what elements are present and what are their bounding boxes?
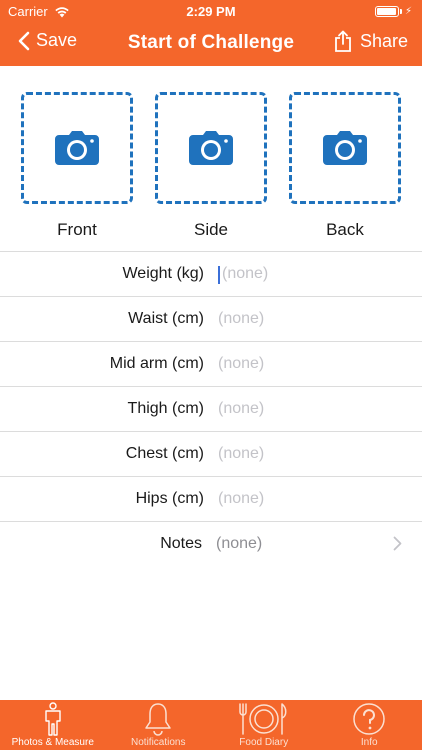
chevron-right-icon [393, 536, 402, 551]
status-time: 2:29 PM [186, 4, 236, 19]
thigh-field[interactable] [218, 397, 398, 421]
back-photo-slot[interactable]: Back [289, 92, 401, 240]
tab-photos-measure[interactable]: Photos & Measure [0, 700, 106, 750]
side-photo-slot[interactable]: Side [155, 92, 267, 240]
tab-info[interactable]: Info [317, 700, 422, 750]
side-photo-label: Side [193, 220, 229, 239]
mid-arm-field[interactable] [218, 352, 398, 376]
tab-info-label: Info [360, 737, 378, 748]
tab-notifications[interactable]: Notifications [106, 700, 212, 750]
mid-arm-row: Mid arm (cm) [0, 342, 422, 387]
camera-icon [189, 131, 233, 165]
chest-label: Chest (cm) [125, 445, 204, 462]
tab-bar: Photos & Measure Notifications Food Diar… [0, 700, 422, 750]
tab-photos-measure-label: Photos & Measure [11, 737, 94, 748]
front-photo-box[interactable] [21, 92, 133, 204]
weight-row: Weight (kg) [0, 252, 422, 297]
weight-label: Weight (kg) [122, 265, 204, 282]
battery-icon: ⚡ [374, 6, 412, 17]
notes-value: (none) [216, 535, 263, 552]
charging-icon: ⚡ [404, 6, 412, 17]
share-button[interactable]: Share [334, 30, 408, 52]
chest-row: Chest (cm) [0, 432, 422, 477]
tab-food-diary-label: Food Diary [239, 737, 289, 748]
header: Carrier 2:29 PM ⚡ Save Start of Challeng… [0, 0, 422, 66]
back-photo-box[interactable] [289, 92, 401, 204]
waist-field[interactable] [218, 307, 398, 331]
question-icon [353, 703, 385, 735]
notes-label: Notes [160, 535, 202, 552]
camera-icon [55, 131, 99, 165]
share-icon [335, 30, 351, 52]
tab-food-diary[interactable]: Food Diary [211, 700, 317, 750]
front-photo-label: Front [57, 220, 97, 239]
hips-row: Hips (cm) [0, 477, 422, 522]
tab-notifications-label: Notifications [131, 737, 186, 748]
camera-icon [323, 131, 367, 165]
side-photo-box[interactable] [155, 92, 267, 204]
status-bar: Carrier 2:29 PM ⚡ [0, 0, 422, 22]
chest-field[interactable] [218, 442, 398, 466]
mid-arm-label: Mid arm (cm) [109, 355, 204, 372]
front-photo-slot[interactable]: Front [21, 92, 133, 240]
back-photo-label: Back [326, 220, 364, 239]
notes-row[interactable]: Notes (none) [0, 522, 422, 567]
bell-icon [145, 703, 171, 736]
waist-label: Waist (cm) [128, 310, 204, 327]
nav-bar: Save Start of Challenge Share [0, 22, 422, 66]
thigh-row: Thigh (cm) [0, 387, 422, 432]
person-icon [45, 702, 61, 736]
measurements-form: Weight (kg) Waist (cm) Mid arm (cm) Thig… [0, 251, 422, 567]
waist-row: Waist (cm) [0, 297, 422, 342]
photo-slots: Front Side Back [0, 92, 422, 252]
hips-label: Hips (cm) [135, 490, 204, 507]
weight-field[interactable] [218, 262, 398, 286]
thigh-label: Thigh (cm) [127, 400, 204, 417]
plate-cutlery-icon [239, 703, 287, 735]
share-label: Share [359, 30, 408, 51]
battery-level [376, 8, 396, 15]
hips-field[interactable] [218, 487, 398, 511]
